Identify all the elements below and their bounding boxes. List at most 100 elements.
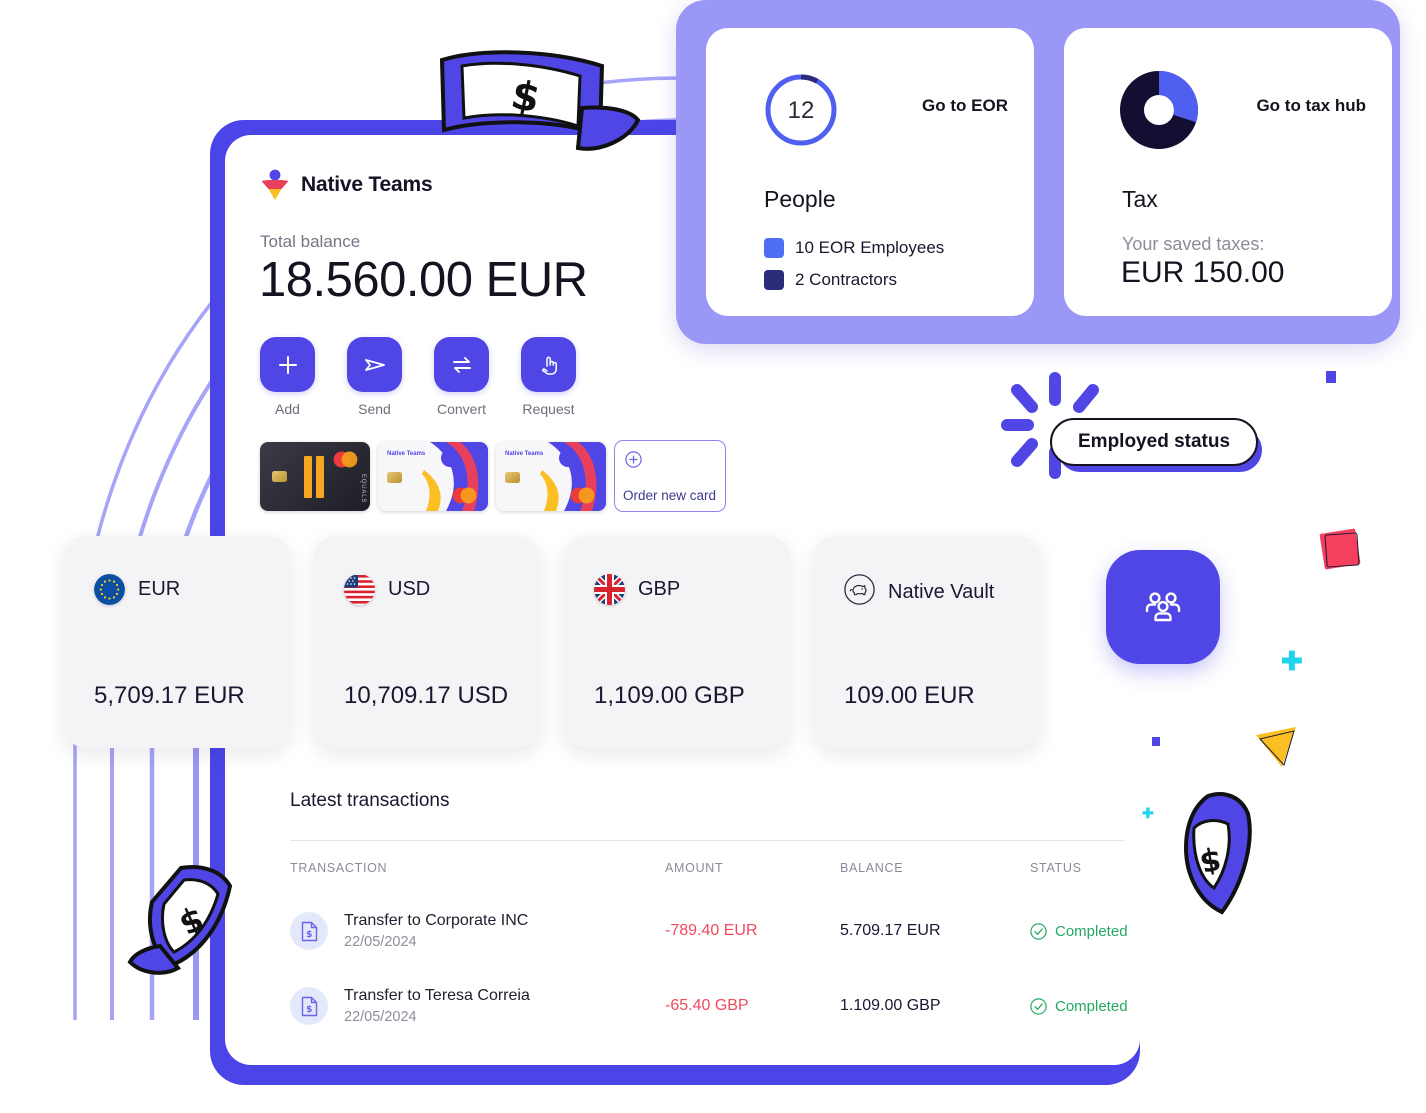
people-count: 12 [788, 97, 815, 124]
legend-item-eor-employees: 10 EOR Employees [764, 238, 944, 258]
check-circle-icon [1030, 922, 1047, 940]
table-row[interactable]: $ Transfer to Corporate INC 22/05/2024 -… [290, 912, 1140, 950]
tax-card-title: Tax [1122, 186, 1158, 212]
card-issuer-text: EQUALS [360, 474, 366, 504]
illustration-canvas: $ Native Teams Total balance 18.560.00 E… [0, 0, 1426, 1113]
legend-item-contractors: 2 Contractors [764, 270, 944, 290]
convert-label: Convert [436, 401, 487, 417]
order-new-card-button[interactable]: Order new card [614, 440, 726, 512]
action-convert[interactable]: Convert [434, 337, 489, 417]
decoration-plus-cyan: ✚ [1281, 646, 1303, 676]
transaction-balance: 1.109.00 GBP [840, 997, 941, 1014]
mastercard-icon [452, 487, 477, 503]
people-fab-button[interactable] [1106, 550, 1220, 664]
eu-flag-icon [94, 574, 125, 605]
col-status: STATUS [1030, 861, 1082, 875]
add-button[interactable] [260, 337, 315, 392]
currency-code: GBP [638, 578, 681, 600]
decoration-square-blue-1 [1326, 371, 1336, 383]
employed-status-badge-wrap[interactable]: Employed status [1050, 418, 1263, 472]
add-label: Add [275, 401, 300, 417]
action-send[interactable]: Send [347, 337, 402, 417]
latest-transactions-title: Latest transactions [290, 790, 450, 811]
currency-header: GBP [594, 574, 680, 605]
transaction-date: 22/05/2024 [344, 934, 417, 950]
currency-amount: 1,109.00 GBP [594, 682, 745, 709]
legend-swatch [764, 270, 784, 290]
currency-code: EUR [138, 578, 181, 600]
total-balance-amount: 18.560.00 EUR [259, 253, 588, 307]
card-stripe-2 [316, 455, 324, 498]
banknote-decoration-bottom-right: $ [1183, 792, 1252, 915]
currency-header: USD [344, 574, 430, 605]
transaction-date: 22/05/2024 [344, 1009, 417, 1025]
table-row[interactable]: $ Transfer to Teresa Correia 22/05/2024 … [290, 987, 1140, 1025]
legend-label: 2 Contractors [795, 270, 898, 289]
piggy-bank-icon [844, 574, 875, 610]
tax-card[interactable]: Go to tax hub Tax Your saved taxes: EUR … [1064, 28, 1392, 316]
people-legend: 10 EOR Employees 2 Contractors [764, 238, 944, 302]
decoration-triangle-yellow [1256, 727, 1296, 767]
card-chip-icon [272, 470, 287, 482]
currency-card-usd[interactable]: USD 10,709.17 USD [314, 536, 540, 748]
status-badge: Completed [1030, 998, 1140, 1015]
svg-text:$: $ [306, 930, 312, 940]
transaction-cell: $ Transfer to Corporate INC 22/05/2024 [290, 912, 665, 950]
svg-text:$: $ [306, 1005, 312, 1015]
col-amount: AMOUNT [665, 861, 724, 875]
people-card-title: People [764, 186, 836, 212]
convert-arrows-icon [452, 356, 471, 373]
currency-code: USD [388, 578, 431, 600]
banknote-decoration-bottom-left: $ [127, 865, 233, 975]
col-transaction: TRANSACTION [290, 861, 388, 875]
check-circle-icon [1030, 997, 1047, 1015]
payment-card-white-1[interactable]: Native Teams [378, 441, 488, 511]
uk-flag-icon [594, 574, 625, 605]
total-balance-label: Total balance [260, 232, 361, 251]
send-paper-plane-icon [364, 358, 385, 371]
saved-taxes-value: EUR 150.00 [1121, 256, 1285, 289]
currency-card-eur[interactable]: EUR 5,709.17 EUR [64, 536, 290, 748]
card-brand-label: Native Teams [387, 450, 426, 457]
currency-header: EUR [94, 574, 180, 605]
request-label: Request [522, 401, 575, 417]
go-to-eor-link[interactable]: Go to EOR [922, 96, 1008, 116]
currency-amount: 109.00 EUR [844, 682, 975, 709]
order-new-card-label: Order new card [623, 488, 717, 503]
mastercard-icon [570, 487, 595, 503]
table-header: TRANSACTION AMOUNT BALANCE STATUS [290, 861, 1140, 875]
decoration-square-blue-2 [1152, 737, 1160, 746]
status-badge: Completed [1030, 923, 1140, 940]
currency-card-gbp[interactable]: GBP 1,109.00 GBP [564, 536, 790, 748]
transaction-name: Transfer to Corporate INC [344, 912, 529, 929]
payment-cards-strip: EQUALS Native Teams Native Teams Order n… [260, 440, 726, 512]
us-flag-icon [344, 574, 375, 605]
people-donut-chart: 12 [762, 71, 840, 154]
payment-card-white-2[interactable]: Native Teams [496, 441, 606, 511]
currency-header: Native Vault [844, 574, 994, 610]
transactions-table: TRANSACTION AMOUNT BALANCE STATUS $ Tran… [290, 861, 1140, 1025]
transaction-amount: -789.40 EUR [665, 922, 758, 939]
action-request[interactable]: Request [521, 337, 576, 417]
saved-taxes-label: Your saved taxes: [1122, 234, 1265, 254]
transaction-cell: $ Transfer to Teresa Correia 22/05/2024 [290, 987, 665, 1025]
card-chip-icon [387, 471, 402, 483]
go-to-tax-hub-link[interactable]: Go to tax hub [1256, 96, 1366, 116]
employed-status-badge[interactable]: Employed status [1050, 418, 1263, 472]
currency-amount: 5,709.17 EUR [94, 682, 245, 709]
action-add[interactable]: Add [260, 337, 315, 417]
brand: Native Teams [260, 169, 433, 201]
payment-card-black[interactable]: EQUALS [260, 441, 370, 511]
send-button[interactable] [347, 337, 402, 392]
tax-donut-chart [1120, 71, 1198, 154]
convert-button[interactable] [434, 337, 489, 392]
plus-circle-icon [625, 451, 642, 468]
col-balance: BALANCE [840, 861, 904, 875]
people-eor-card[interactable]: Go to EOR 12 People 10 EOR Employees 2 C… [706, 28, 1034, 316]
people-group-icon [1145, 592, 1181, 622]
send-label: Send [358, 401, 391, 417]
request-button[interactable] [521, 337, 576, 392]
native-teams-logo-icon [261, 169, 289, 200]
transaction-name: Transfer to Teresa Correia [344, 987, 530, 1004]
currency-card-native-vault[interactable]: Native Vault 109.00 EUR [814, 536, 1040, 748]
